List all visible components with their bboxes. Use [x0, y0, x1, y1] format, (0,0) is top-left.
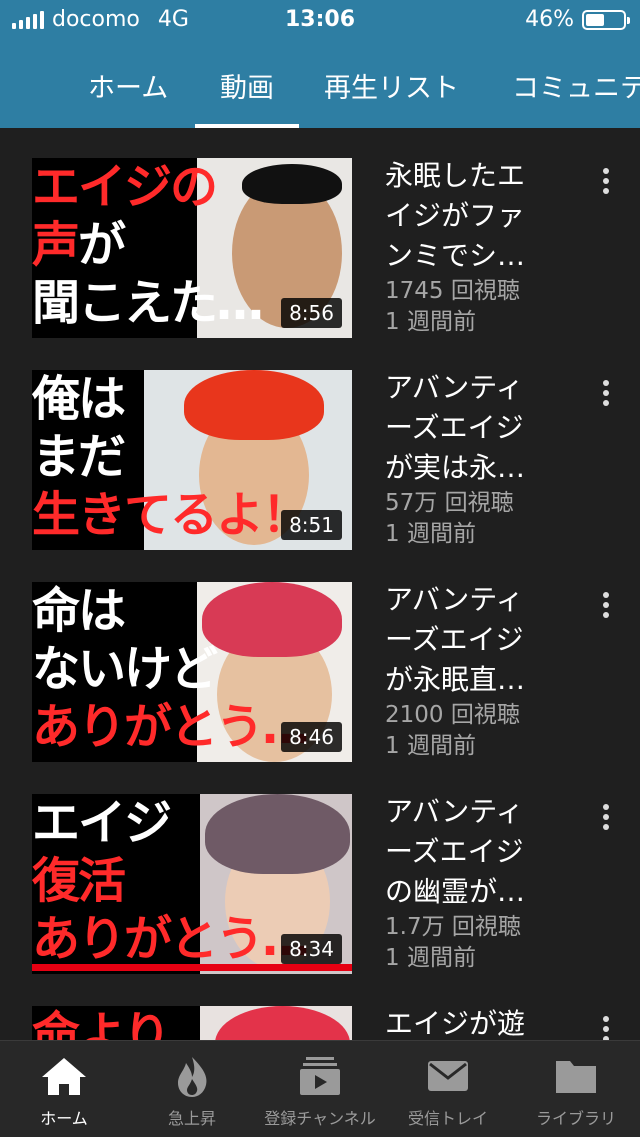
thumbnail-text: 復活 — [32, 853, 126, 909]
view-count: 2100 回視聴 — [385, 702, 520, 728]
thumbnail-text: エイジ — [32, 795, 172, 851]
folder-icon — [556, 1061, 596, 1093]
tab-community[interactable]: コミュニテ — [512, 66, 640, 105]
thumbnail-text: 俺は — [32, 371, 126, 427]
thumbnail-text: 聞こえた… — [32, 275, 264, 331]
bottom-navigation: ホーム 急上昇 登録チャンネル 受信トレイ ライブラリ — [0, 1040, 640, 1137]
duration-badge: 8:34 — [281, 934, 342, 964]
video-item[interactable]: エイジの 声が 聞こえた… 8:56 永眠したエ イジがファ ンミでシ… 1745 … — [0, 128, 640, 340]
view-count: 57万 回視聴 — [385, 490, 514, 516]
nav-label: 登録チャンネル — [264, 1109, 376, 1128]
more-options-icon[interactable] — [603, 168, 611, 198]
video-item[interactable]: 俺は まだ 生きてるよ！ 8:51 アバンティ ーズエイジ が実は永… 57万 回視… — [0, 340, 640, 552]
thumbnail-text: 声が — [32, 217, 126, 273]
upload-age: 1 週間前 — [385, 309, 476, 335]
channel-tabs: ホーム 動画 再生リスト コミュニテ — [0, 40, 640, 128]
thumbnail-text: まだ — [32, 429, 126, 485]
more-options-icon[interactable] — [603, 804, 611, 834]
video-thumbnail[interactable]: エイジの 声が 聞こえた… 8:56 — [32, 158, 352, 338]
thumbnail-text: ありがとう… — [32, 699, 310, 755]
upload-age: 1 週間前 — [385, 945, 476, 971]
video-item[interactable]: エイジ 復活 ありがとう… 8:34 アバンティ ーズエイジ の幽霊が… 1.7万 … — [0, 764, 640, 976]
nav-subscriptions[interactable]: 登録チャンネル — [256, 1041, 384, 1137]
upload-age: 1 週間前 — [385, 521, 476, 547]
tab-playlists[interactable]: 再生リスト — [324, 66, 459, 105]
flame-icon — [178, 1057, 207, 1097]
more-options-icon[interactable] — [603, 380, 611, 410]
video-list: エイジの 声が 聞こえた… 8:56 永眠したエ イジがファ ンミでシ… 1745 … — [0, 128, 640, 1040]
nav-label: ホーム — [40, 1109, 88, 1128]
battery-percent: 46% — [525, 7, 574, 32]
nav-label: 受信トレイ — [407, 1109, 488, 1128]
video-thumbnail[interactable]: 命は ないけど ありがとう… 8:46 — [32, 582, 352, 762]
thumbnail-text: ありがとう… — [32, 911, 310, 967]
video-title[interactable]: 永眠したエ イジがファ ンミでシ… — [385, 156, 550, 276]
nav-trending[interactable]: 急上昇 — [128, 1041, 256, 1137]
more-options-icon[interactable] — [603, 1016, 611, 1040]
nav-label: ライブラリ — [535, 1109, 616, 1128]
home-icon — [42, 1058, 86, 1095]
duration-badge: 8:51 — [281, 510, 342, 540]
video-item[interactable]: 命より エイジが遊 — [0, 976, 640, 1040]
thumbnail-text: ないけど — [32, 641, 218, 697]
battery-icon — [582, 9, 630, 30]
status-bar: docomo 4G 13:06 46% — [0, 0, 640, 40]
video-thumbnail[interactable]: エイジ 復活 ありがとう… 8:34 — [32, 794, 352, 974]
video-thumbnail[interactable]: 俺は まだ 生きてるよ！ 8:51 — [32, 370, 352, 550]
tab-home[interactable]: ホーム — [88, 66, 168, 105]
video-thumbnail[interactable]: 命より — [32, 1006, 352, 1040]
video-title[interactable]: エイジが遊 — [385, 1004, 550, 1040]
video-title[interactable]: アバンティ ーズエイジ が永眠直… — [385, 580, 550, 700]
video-title[interactable]: アバンティ ーズエイジ の幽霊が… — [385, 792, 550, 912]
thumbnail-red-bar — [32, 964, 352, 971]
view-count: 1.7万 回視聴 — [385, 914, 521, 940]
thumbnail-photo — [200, 1006, 352, 1040]
video-item[interactable]: 命は ないけど ありがとう… 8:46 アバンティ ーズエイジ が永眠直… 2100… — [0, 552, 640, 764]
nav-inbox[interactable]: 受信トレイ — [384, 1041, 512, 1137]
subscriptions-icon — [300, 1057, 340, 1095]
thumbnail-text: エイジの — [32, 159, 218, 215]
duration-badge: 8:46 — [281, 722, 342, 752]
more-options-icon[interactable] — [603, 592, 611, 622]
upload-age: 1 週間前 — [385, 733, 476, 759]
nav-library[interactable]: ライブラリ — [512, 1041, 640, 1137]
nav-label: 急上昇 — [167, 1109, 216, 1128]
tab-videos[interactable]: 動画 — [220, 66, 274, 105]
duration-badge: 8:56 — [281, 298, 342, 328]
video-title[interactable]: アバンティ ーズエイジ が実は永… — [385, 368, 550, 488]
thumbnail-text: 命は — [32, 583, 126, 639]
mail-icon — [428, 1061, 468, 1091]
thumbnail-text: 命より — [32, 1007, 171, 1040]
view-count: 1745 回視聴 — [385, 278, 520, 304]
nav-home[interactable]: ホーム — [0, 1041, 128, 1137]
thumbnail-text: 生きてるよ！ — [32, 487, 310, 543]
battery-status: 46% — [525, 7, 630, 32]
